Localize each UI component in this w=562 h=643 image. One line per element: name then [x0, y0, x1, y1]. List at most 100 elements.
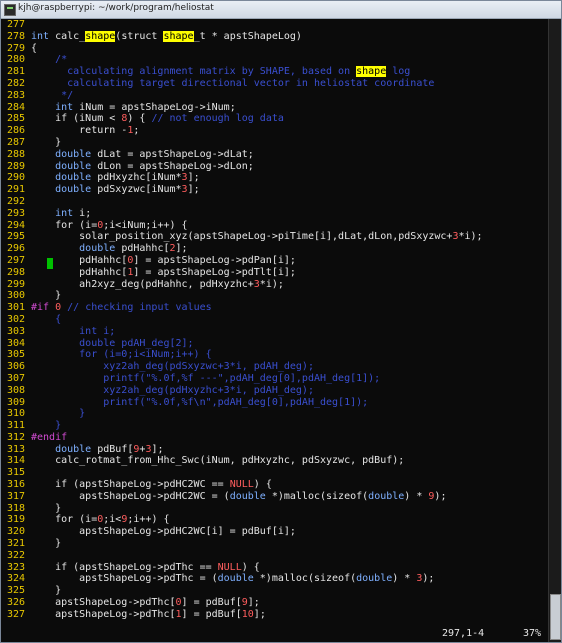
code-token: xyz2ah_deg(pdSxyzwc+3*i, pdAH_deg); [31, 361, 314, 373]
code-token: dLat = apstShapeLog->dLat; [91, 148, 254, 160]
line-number: 309 [7, 396, 26, 408]
scrollbar-thumb[interactable] [550, 594, 561, 640]
scroll-percent: 37% [523, 628, 542, 639]
code-token: #if [31, 302, 50, 314]
line-number: 281 [7, 66, 26, 78]
code-token: double [229, 490, 266, 502]
code-token: } [31, 502, 62, 514]
code-token: ] = apstShapeLog->pdTlt[i]; [133, 266, 296, 278]
line-number: 295 [7, 231, 26, 243]
code-token: for (i= [31, 219, 98, 231]
code-line: 327 apstShapeLog->pdThc[1] = pdBuf[10]; [1, 609, 549, 621]
code-token: calc_ [49, 30, 86, 42]
vertical-scrollbar[interactable] [548, 19, 561, 642]
code-line: 278 int calc_shape(struct shape_t * apstS… [1, 30, 549, 43]
line-number: 325 [7, 585, 26, 597]
code-token: ); [422, 573, 435, 585]
code-text: calculating target directional vector in… [31, 78, 434, 90]
terminal-icon [4, 4, 16, 16]
code-token: double [31, 172, 92, 184]
code-token: ;i<iNum;i++) { [103, 219, 188, 231]
code-token: i; [73, 207, 92, 219]
code-token: apstShapeLog->pdHC2WC[i] = pdBuf[i]; [31, 526, 296, 538]
code-line: 304 double pdAH_deg[2]; [1, 338, 549, 350]
code-editor[interactable]: 277 278 int calc_shape(struct shape_t * ap… [1, 19, 549, 625]
code-line: 280 /* [1, 54, 549, 66]
code-line: 318 } [1, 503, 549, 515]
code-text: if (iNum < 8) { // not enough log data [31, 113, 284, 125]
code-line: 314 calc_rotmat_from_Hhc_Swc(iNum, pdHxy… [1, 455, 549, 467]
code-text: if (apstShapeLog->pdThc == NULL) { [31, 562, 260, 574]
code-line: 308 xyz2ah_deg(pdHxyzhc+3*i, pdAH_deg); [1, 385, 549, 397]
code-token: int i; [31, 325, 116, 337]
line-number: 318 [7, 502, 26, 514]
code-line: 312 #endif [1, 432, 549, 444]
line-number: 304 [7, 337, 26, 349]
code-token: pdSxyzwc[iNum* [91, 184, 182, 196]
code-token: apstShapeLog->pdThc[ [31, 608, 176, 620]
code-token: for (i=0;i<iNum;i++) { [31, 349, 212, 361]
line-number: 301 [7, 302, 26, 314]
code-token: apstShapeLog->pdThc = ( [31, 573, 218, 585]
code-token: { [31, 42, 38, 54]
code-text: int calc_shape(struct shape_t * apstShap… [31, 30, 302, 43]
code-token: ) * [392, 573, 417, 585]
code-token: double [368, 490, 405, 502]
code-token: { [31, 313, 62, 325]
code-token: iNum = apstShapeLog->iNum; [73, 101, 236, 113]
code-line: 322 [1, 550, 549, 562]
code-text: } [31, 408, 85, 420]
code-line: 291 double pdSxyzwc[iNum*3]; [1, 184, 549, 196]
code-text: pdHahhc[0] = apstShapeLog->pdPan[i]; [31, 255, 296, 267]
code-token: (struct [115, 30, 164, 42]
code-line: 285 if (iNum < 8) { // not enough log da… [1, 113, 549, 125]
code-token: ] = pdBuf[ [181, 597, 242, 609]
code-text: if (apstShapeLog->pdHC2WC == NULL) { [31, 479, 272, 491]
code-token: NULL [229, 479, 254, 491]
code-line: 303 int i; [1, 326, 549, 338]
code-text: int iNum = apstShapeLog->iNum; [31, 102, 236, 114]
code-line: 309 printf("%.0f,%f\n",pdAH_deg[0],pdAH_… [1, 397, 549, 409]
line-number: 312 [7, 431, 26, 443]
line-number: 314 [7, 455, 26, 467]
line-number: 292 [7, 195, 26, 207]
window-title: kjh@raspberrypi: ~/work/program/heliosta… [18, 3, 214, 13]
line-number: 288 [7, 148, 26, 160]
code-text: } [31, 503, 61, 515]
code-text: solar_position_xyz(apstShapeLog->piTime[… [31, 231, 482, 243]
line-number: 319 [7, 514, 26, 526]
code-token: double [31, 148, 92, 160]
code-text: } [31, 420, 61, 432]
code-token: dLon = apstShapeLog->dLon; [91, 160, 254, 172]
code-text: } [31, 538, 61, 550]
code-line: 300 } [1, 290, 549, 302]
code-token: ]; [247, 597, 260, 609]
code-line: 281 calculating alignment matrix by SHAP… [1, 66, 549, 78]
code-text: { [31, 43, 37, 55]
line-number: 280 [7, 54, 26, 66]
code-token: ); [434, 490, 447, 502]
code-text: calculating alignment matrix by SHAPE, b… [31, 66, 410, 78]
line-number: 324 [7, 573, 26, 585]
title-bar[interactable]: kjh@raspberrypi: ~/work/program/heliosta… [1, 1, 561, 19]
code-token: pdBuf[ [91, 443, 134, 455]
code-token: *)malloc(sizeof( [253, 573, 357, 585]
code-text: double pdBuf[9+3]; [31, 443, 163, 456]
line-number: 302 [7, 313, 26, 325]
line-number: 320 [7, 526, 26, 538]
code-token: pdHxyzhc[iNum* [91, 172, 182, 184]
code-line: 289 double dLon = apstShapeLog->dLon; [1, 161, 549, 173]
line-number: 306 [7, 361, 26, 373]
code-line: 317 apstShapeLog->pdHC2WC = (double *)ma… [1, 491, 549, 503]
code-line: 316 if (apstShapeLog->pdHC2WC == NULL) { [1, 479, 549, 491]
code-text: double dLon = apstShapeLog->dLon; [31, 161, 254, 173]
code-line: 301 #if 0 // checking input values [1, 302, 549, 314]
code-line: 305 for (i=0;i<iNum;i++) { [1, 349, 549, 361]
line-number: 327 [7, 608, 26, 620]
code-line: 293 int i; [1, 208, 549, 220]
code-token: ) * [404, 490, 429, 502]
line-number: 303 [7, 325, 26, 337]
code-token: } [31, 136, 62, 148]
code-text: /* [31, 54, 67, 66]
cursor-position: 297,1-4 [442, 628, 485, 639]
